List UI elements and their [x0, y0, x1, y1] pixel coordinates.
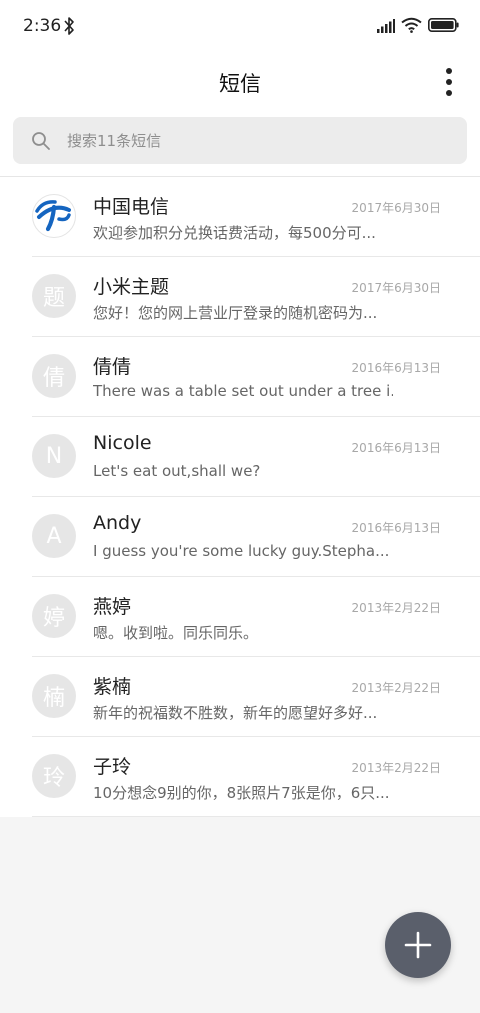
conversation-date: 2016年6月13日 [351, 441, 441, 455]
conversation-date: 2013年2月22日 [351, 601, 441, 615]
conversation-snippet: 10分想念9别的你，8张照片7张是你，6只... [93, 784, 390, 802]
avatar: 楠 [32, 674, 76, 718]
title-bar: 短信 [0, 52, 480, 114]
conversation-snippet: 您好！您的网上营业厅登录的随机密码为... [93, 304, 378, 322]
avatar: 婷 [32, 594, 76, 638]
avatar: 倩 [32, 354, 76, 398]
avatar: 玲 [32, 754, 76, 798]
more-vertical-icon[interactable] [442, 68, 456, 96]
search-placeholder: 搜索11条短信 [67, 132, 162, 150]
battery-icon [428, 18, 459, 32]
new-message-button[interactable] [385, 912, 451, 978]
conversation-list: 中国电信 2017年6月30日 欢迎参加积分兑换话费活动，每500分可... 题… [0, 177, 480, 817]
conversation-name: 中国电信 [93, 196, 170, 218]
search-input[interactable]: 搜索11条短信 [13, 117, 467, 164]
conversation-name: 子玲 [93, 756, 132, 778]
search-icon [32, 131, 50, 150]
conversation-snippet: Let's eat out,shall we? [93, 462, 261, 480]
menu-dot [446, 79, 452, 85]
conversation-item[interactable]: 中国电信 2017年6月30日 欢迎参加积分兑换话费活动，每500分可... [0, 177, 480, 257]
conversation-date: 2013年2月22日 [351, 761, 441, 775]
conversation-item[interactable]: 玲 子玲 2013年2月22日 10分想念9别的你，8张照片7张是你，6只... [0, 737, 480, 817]
conversation-date: 2016年6月13日 [351, 361, 441, 375]
conversation-date: 2013年2月22日 [351, 681, 441, 695]
avatar: A [32, 514, 76, 558]
conversation-snippet: There was a table set out under a tree i… [93, 382, 393, 400]
status-time: 2:36 [23, 16, 62, 36]
conversation-snippet: 嗯。收到啦。同乐同乐。 [93, 624, 259, 642]
page-title: 短信 [219, 72, 261, 96]
conversation-item[interactable]: 婷 燕婷 2013年2月22日 嗯。收到啦。同乐同乐。 [0, 577, 480, 657]
conversation-item[interactable]: 楠 紫楠 2013年2月22日 新年的祝福数不胜数，新年的愿望好多好... [0, 657, 480, 737]
menu-dot [446, 90, 452, 96]
conversation-item[interactable]: A Andy 2016年6月13日 I guess you're some lu… [0, 497, 480, 577]
search-bar: 搜索11条短信 [0, 114, 480, 176]
china-telecom-logo-icon [35, 200, 71, 232]
conversation-name: 小米主题 [93, 276, 170, 298]
conversation-name: 紫楠 [93, 676, 132, 698]
conversation-snippet: I guess you're some lucky guy.Stepha... [93, 542, 390, 560]
conversation-date: 2016年6月13日 [351, 521, 441, 535]
conversation-name: Andy [93, 512, 142, 534]
conversation-name: 燕婷 [93, 596, 132, 618]
conversation-item[interactable]: N Nicole 2016年6月13日 Let's eat out,shall … [0, 417, 480, 497]
conversation-snippet: 欢迎参加积分兑换话费活动，每500分可... [93, 224, 376, 242]
conversation-date: 2017年6月30日 [351, 281, 441, 295]
avatar: 题 [32, 274, 76, 318]
conversation-name: 倩倩 [93, 356, 132, 378]
conversation-date: 2017年6月30日 [351, 201, 441, 215]
conversation-snippet: 新年的祝福数不胜数，新年的愿望好多好... [93, 704, 378, 722]
conversation-item[interactable]: 倩 倩倩 2016年6月13日 There was a table set ou… [0, 337, 480, 417]
signal-icon [377, 19, 395, 33]
menu-dot [446, 68, 452, 74]
status-bar: 2:36 [0, 0, 480, 52]
bluetooth-icon [64, 17, 74, 35]
app-header: 2:36 短信 搜索11条短信 [0, 0, 480, 177]
plus-icon [404, 931, 432, 959]
china-telecom-logo-avatar [32, 194, 76, 238]
conversation-item[interactable]: 题 小米主题 2017年6月30日 您好！您的网上营业厅登录的随机密码为... [0, 257, 480, 337]
conversation-name: Nicole [93, 432, 152, 454]
wifi-icon [401, 17, 422, 33]
avatar: N [32, 434, 76, 478]
